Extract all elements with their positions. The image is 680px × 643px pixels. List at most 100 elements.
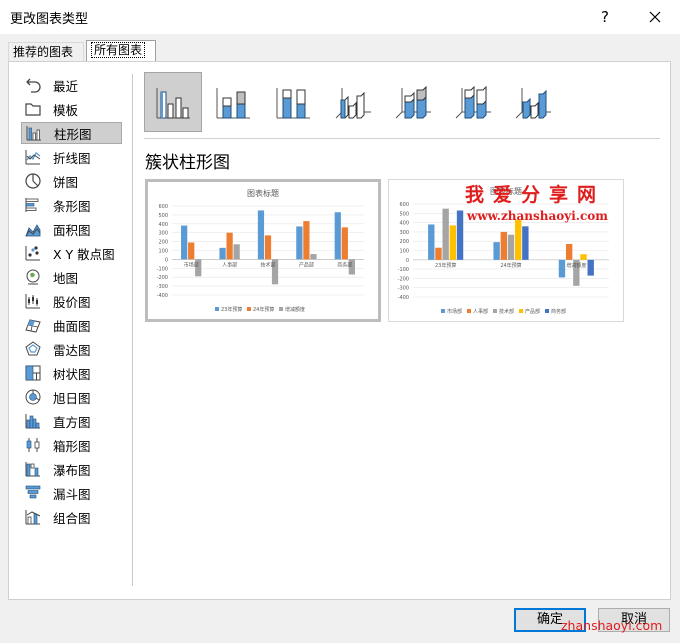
chart-category-column-chart[interactable]: 柱形图 — [21, 122, 122, 144]
x-category-label: 人事部 — [222, 261, 237, 268]
chart-category-bar-chart[interactable]: 条形图 — [21, 194, 122, 216]
chart-preview-1[interactable]: 图表标题 600 500 400 300 200 100 0 -100 -200 -300 -400 市… — [145, 179, 381, 322]
pie-chart-icon — [25, 173, 41, 189]
category-label: 地图 — [53, 270, 79, 286]
funnel-chart-icon — [25, 485, 41, 499]
chart-category-treemap-chart[interactable]: 树状图 — [21, 362, 122, 384]
folder-icon — [25, 103, 41, 116]
category-label: 直方图 — [53, 414, 91, 430]
tab-all-charts[interactable]: 所有图表 — [86, 40, 156, 62]
chart-category-sunburst-chart[interactable]: 旭日图 — [21, 386, 122, 408]
chart-title: 图表标题 — [247, 188, 279, 198]
bar — [264, 235, 272, 260]
x-category-label: 技术部 — [260, 261, 275, 268]
combo-chart-icon — [25, 510, 41, 525]
legend-label: 商务部 — [551, 308, 566, 315]
legend-swatch — [247, 307, 251, 311]
y-tick-label: 500 — [399, 211, 409, 217]
bar — [219, 247, 226, 260]
subtype-3d-column[interactable] — [504, 72, 562, 132]
bar — [442, 208, 449, 260]
box-whisker-chart-icon — [26, 438, 40, 452]
x-category-label: 23年预算 — [435, 262, 456, 269]
y-tick-label: -100 — [157, 266, 168, 272]
chart-category-pie-chart[interactable]: 饼图 — [21, 170, 122, 192]
category-label: 箱形图 — [53, 438, 91, 454]
chart-category-waterfall-chart[interactable]: 瀑布图 — [21, 458, 122, 480]
bar — [341, 227, 348, 260]
area-chart-icon — [25, 224, 41, 237]
legend-swatch — [493, 309, 497, 313]
help-button[interactable]: ? — [592, 4, 618, 30]
y-tick-label: -200 — [398, 276, 409, 282]
subtype-3d-stacked-column[interactable] — [384, 72, 442, 132]
histogram-chart-icon — [25, 414, 40, 429]
watermark-text: 我爱分享网 — [465, 184, 606, 206]
tab-recommended-charts[interactable]: 推荐的图表 — [8, 42, 84, 62]
category-label: 最近 — [53, 78, 79, 94]
watermark-url: www.zhanshaoyi.com — [467, 209, 608, 223]
bar — [456, 210, 464, 260]
subtype-clustered-column[interactable] — [144, 72, 202, 132]
chart-category-stock-chart[interactable]: 股价图 — [21, 290, 122, 312]
chart-category-histogram-chart[interactable]: 直方图 — [21, 410, 122, 432]
category-label: 面积图 — [53, 222, 91, 238]
subtype-3d-100-stacked-column[interactable] — [444, 72, 502, 132]
y-tick-label: 0 — [406, 258, 409, 264]
close-button[interactable] — [640, 4, 670, 30]
legend-swatch — [215, 307, 219, 311]
bar — [500, 231, 508, 260]
title-bar: 更改图表类型 ? — [0, 0, 680, 34]
bar — [334, 212, 341, 260]
chart-category-folder[interactable]: 模板 — [21, 98, 122, 120]
all-charts-panel: 最近模板柱形图折线图 饼图 条形图面积图 X Y 散点图 地图股价图曲面图 雷达图树状图旭… — [8, 61, 671, 600]
bar — [587, 259, 594, 276]
bar — [296, 226, 303, 260]
bar-chart-icon — [25, 198, 39, 212]
subtype-heading: 簇状柱形图 — [145, 153, 230, 173]
bar — [428, 224, 435, 260]
subtype-stacked-column[interactable] — [204, 72, 262, 132]
x-category-label: 市场部 — [184, 261, 199, 268]
chart-category-combo-chart[interactable]: 组合图 — [21, 506, 122, 528]
subtype-100-stacked-column[interactable] — [264, 72, 322, 132]
x-category-label: 增减额度 — [566, 262, 586, 269]
preview-chart-1: 图表标题 600 500 400 300 200 100 0 -100 -200 -300 -400 市… — [157, 188, 364, 313]
legend-swatch — [545, 309, 549, 313]
y-tick-label: 100 — [399, 249, 409, 255]
treemap-chart-icon — [25, 365, 41, 381]
category-label: 瀑布图 — [53, 462, 91, 478]
line-chart-icon — [25, 150, 41, 165]
category-label: X Y 散点图 — [53, 246, 115, 262]
bar — [181, 225, 188, 260]
close-icon — [649, 11, 661, 23]
x-category-label: 24年预算 — [500, 262, 521, 269]
y-tick-label: 300 — [399, 230, 409, 236]
y-tick-label: -300 — [157, 284, 168, 290]
y-tick-label: 600 — [399, 202, 409, 208]
radar-chart-icon — [25, 341, 41, 356]
chart-category-box-whisker-chart[interactable]: 箱形图 — [21, 434, 122, 456]
chart-category-area-chart[interactable]: 面积图 — [21, 218, 122, 240]
chart-category-scatter-chart[interactable]: X Y 散点图 — [21, 242, 122, 264]
category-label: 股价图 — [53, 294, 91, 310]
legend-label: 人事部 — [473, 308, 488, 315]
chart-category-map-chart[interactable]: 地图 — [21, 266, 122, 288]
chart-category-funnel-chart[interactable]: 漏斗图 — [21, 482, 122, 504]
y-tick-label: 300 — [158, 231, 168, 237]
y-tick-label: -100 — [398, 267, 409, 273]
chart-category-undo[interactable]: 最近 — [21, 74, 122, 96]
subtype-3d-clustered-column[interactable] — [324, 72, 382, 132]
bar — [188, 242, 195, 260]
chart-category-radar-chart[interactable]: 雷达图 — [21, 338, 122, 360]
category-label: 树状图 — [53, 366, 91, 382]
watermark-footer: zhanshaoyi.com — [561, 618, 663, 633]
bar — [507, 234, 515, 260]
bar — [580, 254, 587, 260]
chart-category-surface-chart[interactable]: 曲面图 — [21, 314, 122, 336]
y-tick-label: 100 — [158, 249, 168, 255]
category-label: 柱形图 — [54, 126, 92, 142]
surface-chart-icon — [25, 319, 41, 333]
chart-category-line-chart[interactable]: 折线图 — [21, 146, 122, 168]
clustered-column-icon — [156, 88, 190, 119]
